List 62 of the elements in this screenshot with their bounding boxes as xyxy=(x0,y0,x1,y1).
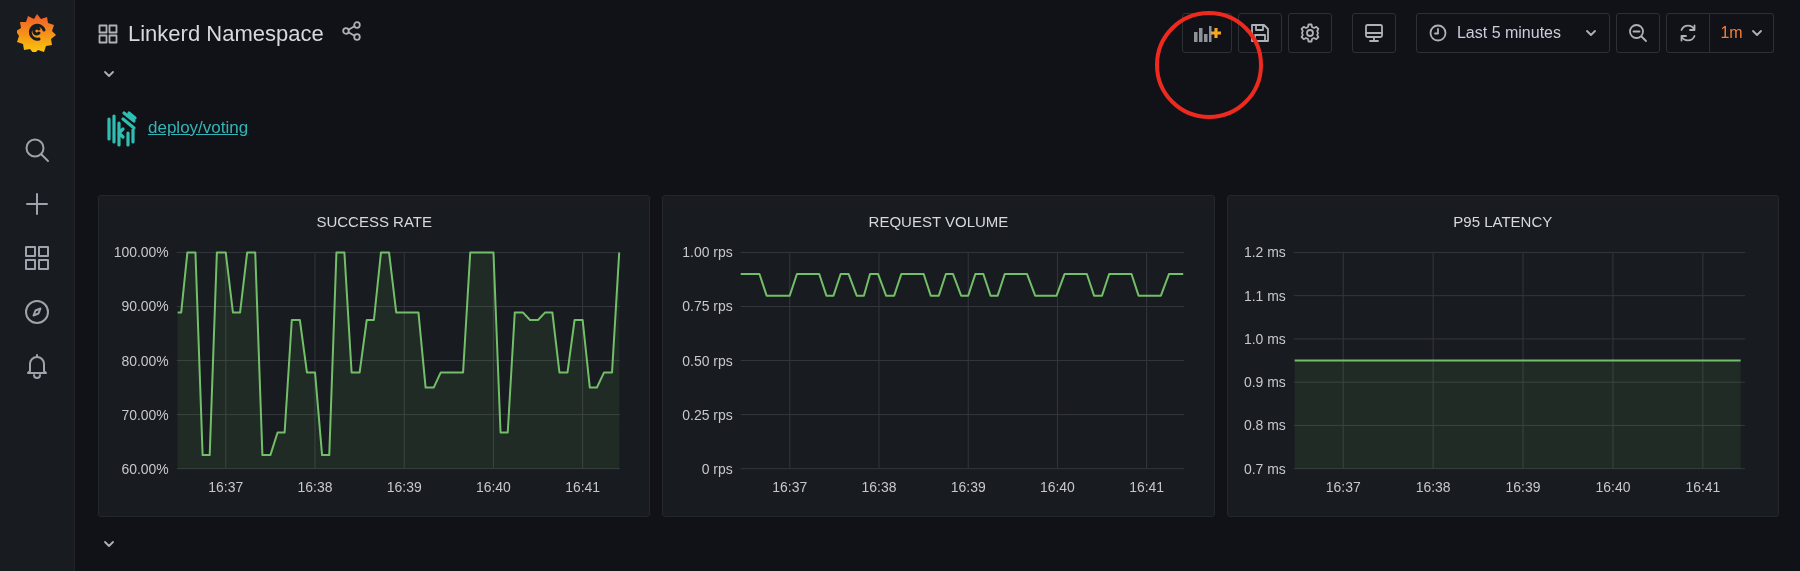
axis-tick-label: 70.00% xyxy=(121,406,169,423)
axis-tick-label: 16:40 xyxy=(476,478,511,495)
chevron-down-icon[interactable] xyxy=(103,70,115,78)
axis-tick-label: 100.00% xyxy=(113,244,169,261)
axis-tick-label: 1.1 ms xyxy=(1243,287,1286,304)
axis-tick-label: 16:41 xyxy=(1129,478,1165,495)
axis-tick-label: 0 rps xyxy=(702,460,734,477)
axis-tick-label: 16:39 xyxy=(951,478,986,495)
axis-tick-label: 16:37 xyxy=(208,478,244,495)
panel-title: REQUEST VOLUME xyxy=(867,212,1010,230)
axis-tick-label: 0.50 rps xyxy=(682,352,734,369)
refresh-interval-picker[interactable]: 1m xyxy=(1710,13,1774,53)
panel-title: P95 LATENCY xyxy=(1452,212,1554,230)
axis-tick-label: 1.00 rps xyxy=(682,244,734,261)
axis-tick-label: 16:40 xyxy=(1595,478,1631,495)
axis-tick-label: 16:40 xyxy=(1040,478,1076,495)
axis-tick-label: 0.8 ms xyxy=(1243,417,1286,434)
axis-tick-label: 16:38 xyxy=(1415,478,1451,495)
refresh-button[interactable] xyxy=(1666,13,1710,53)
axis-tick-label: 0.7 ms xyxy=(1243,460,1286,477)
axis-tick-label: 0.25 rps xyxy=(682,406,734,423)
tv-mode-button[interactable] xyxy=(1351,13,1396,53)
axis-tick-label: 0.75 rps xyxy=(682,298,734,315)
axis-tick-label: 16:38 xyxy=(861,478,897,495)
bell-icon[interactable] xyxy=(25,353,49,379)
chevron-down-icon xyxy=(1585,29,1597,37)
axis-tick-label: 1.0 ms xyxy=(1243,330,1286,347)
axis-tick-label: 90.00% xyxy=(121,298,169,315)
axis-tick-label: 80.00% xyxy=(121,352,169,369)
monitor-icon xyxy=(1363,23,1384,43)
swirl-logo[interactable] xyxy=(17,12,57,52)
plus-icon[interactable] xyxy=(26,193,48,215)
share-icon[interactable] xyxy=(341,21,362,41)
settings-icon xyxy=(1299,23,1320,43)
axis-tick-label: 16:39 xyxy=(386,478,422,495)
zoom-out-icon xyxy=(1628,23,1648,43)
axis-tick-label: 0.9 ms xyxy=(1243,374,1286,391)
settings-button[interactable] xyxy=(1287,13,1332,53)
grid-icon[interactable] xyxy=(25,246,49,270)
axis-tick-label: 16:41 xyxy=(565,478,601,495)
save-button[interactable] xyxy=(1237,13,1282,53)
zoom-out-button[interactable] xyxy=(1616,13,1660,53)
panel-title: SUCCESS RATE xyxy=(315,212,433,230)
axis-tick-label: 16:38 xyxy=(297,478,333,495)
chevron-down-icon xyxy=(1750,29,1763,37)
axis-tick-label: 60.00% xyxy=(121,460,169,477)
dashboard-title: Linkerd Namespace xyxy=(128,21,324,47)
bar-chart-plus-icon xyxy=(1192,24,1221,42)
axis-tick-label: 1.2 ms xyxy=(1243,244,1286,261)
add-panel-button[interactable] xyxy=(1181,13,1232,53)
chevron-down-icon[interactable] xyxy=(103,540,115,548)
refresh-icon xyxy=(1678,23,1698,43)
deployment-link[interactable]: deploy/voting xyxy=(148,118,249,138)
clock-icon xyxy=(1428,24,1447,42)
time-range-picker[interactable]: Last 5 minutes xyxy=(1415,13,1610,53)
axis-tick-label: 16:37 xyxy=(772,478,808,495)
compass-icon[interactable] xyxy=(24,299,50,325)
axis-tick-label: 16:39 xyxy=(1505,478,1541,495)
search-icon[interactable] xyxy=(24,137,50,163)
axis-tick-label: 16:37 xyxy=(1325,478,1361,495)
dashboard-grid-icon xyxy=(98,24,118,44)
axis-tick-label: 16:41 xyxy=(1685,478,1720,495)
